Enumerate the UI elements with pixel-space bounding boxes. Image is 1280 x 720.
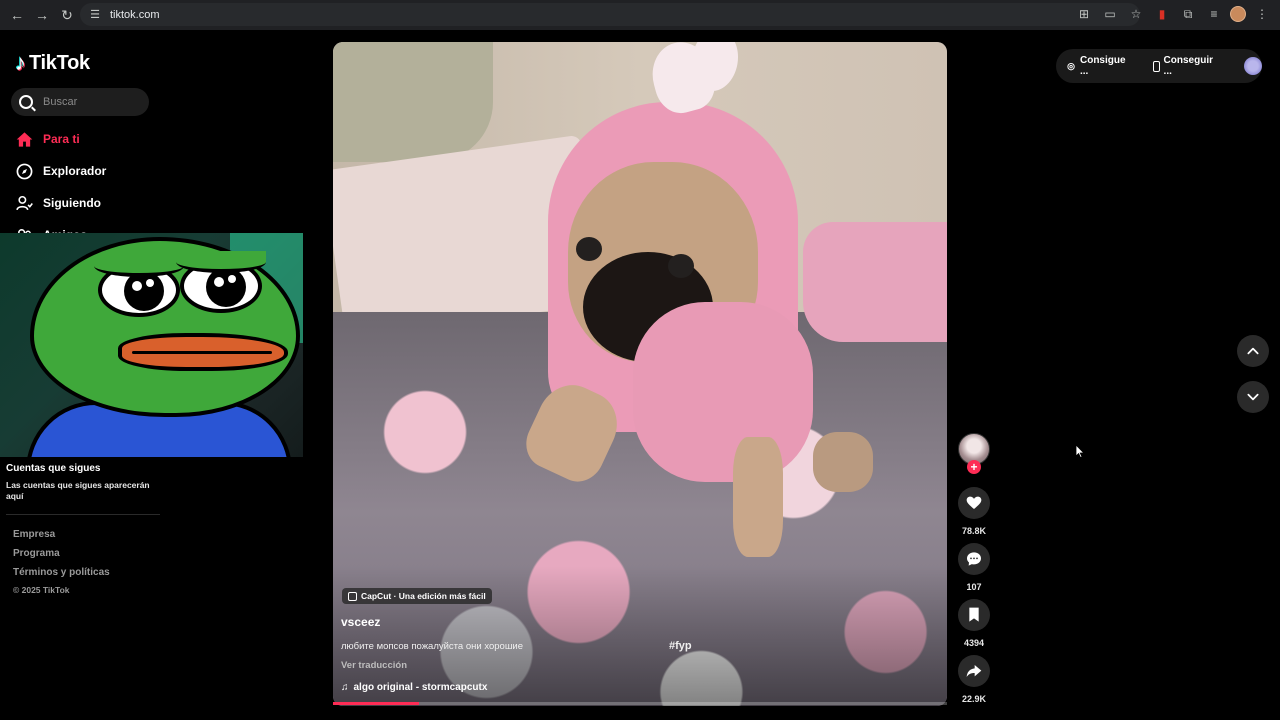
- share-arrow-icon: [966, 665, 982, 677]
- tiktok-logo[interactable]: ♪ TikTok: [15, 50, 90, 76]
- coin-icon: ◎: [1067, 60, 1075, 71]
- user-avatar[interactable]: [1244, 57, 1262, 75]
- search-input[interactable]: [43, 96, 143, 108]
- menu-kebab-icon[interactable]: ⋮: [1252, 4, 1272, 24]
- pepe-mouth: [118, 333, 288, 371]
- video-author[interactable]: vsceez: [341, 615, 380, 629]
- following-section-title: Cuentas que sigues: [6, 463, 101, 474]
- video-progress-bar[interactable]: [333, 702, 947, 705]
- sidebar-item-label: Para ti: [43, 132, 80, 146]
- comment-button[interactable]: [958, 543, 990, 575]
- install-icon[interactable]: ▭: [1100, 4, 1120, 24]
- bookmark-icon: [969, 607, 979, 622]
- get-app-button[interactable]: Conseguir ...: [1152, 55, 1224, 77]
- video-player[interactable]: [333, 42, 947, 706]
- following-section-description: Las cuentas que sigues aparecerán aquí: [6, 480, 150, 501]
- browser-actions: ⊞ ▭ ☆ ▮ ⧉ ≡ ⋮: [1074, 4, 1272, 24]
- heart-icon: [966, 496, 982, 509]
- person-follow-icon: [15, 194, 33, 212]
- extension-red-icon[interactable]: ▮: [1152, 4, 1172, 24]
- footer-link-programa[interactable]: Programa: [13, 548, 60, 559]
- music-note-icon: ♫: [341, 682, 349, 693]
- sidebar-item-siguiendo[interactable]: Siguiendo: [15, 194, 101, 212]
- pepe-eyelid-right: [176, 251, 266, 273]
- extensions-puzzle-icon[interactable]: ⧉: [1178, 4, 1198, 24]
- chevron-down-icon: [1247, 393, 1259, 401]
- next-video-button[interactable]: [1237, 381, 1269, 413]
- translate-icon[interactable]: ⊞: [1074, 4, 1094, 24]
- like-button[interactable]: [958, 487, 990, 519]
- forward-icon[interactable]: →: [31, 4, 53, 26]
- pepe-eyelid-left: [94, 255, 184, 277]
- top-right-actions: ◎ Consigue ... Conseguir ...: [1056, 49, 1262, 83]
- comment-icon: [967, 552, 981, 566]
- address-bar[interactable]: ☰ tiktok.com: [80, 3, 1140, 26]
- browser-toolbar: ← → ↻ ☰ tiktok.com ⊞ ▭ ☆ ▮ ⧉ ≡ ⋮: [0, 0, 1280, 30]
- get-app-label: Conseguir ...: [1163, 55, 1213, 77]
- tiktok-note-icon: ♪: [15, 50, 26, 75]
- search-icon: [19, 95, 33, 109]
- site-info-icon[interactable]: ☰: [88, 8, 102, 22]
- follow-plus-icon[interactable]: +: [967, 460, 981, 474]
- back-icon[interactable]: ←: [6, 4, 28, 26]
- sidebar-item-label: Explorador: [43, 164, 107, 178]
- footer-link-empresa[interactable]: Empresa: [13, 529, 55, 540]
- footer-copyright: © 2025 TikTok: [13, 585, 70, 595]
- sidebar-divider: [6, 514, 160, 515]
- video-hashtag[interactable]: #fyp: [669, 640, 692, 652]
- sidebar-item-explorador[interactable]: Explorador: [15, 162, 106, 180]
- profile-avatar[interactable]: [1230, 6, 1246, 22]
- chevron-up-icon: [1247, 347, 1259, 355]
- logo-text: TikTok: [29, 51, 90, 74]
- share-button[interactable]: [958, 655, 990, 687]
- save-count: 4394: [963, 638, 985, 648]
- bookmark-star-icon[interactable]: ☆: [1126, 4, 1146, 24]
- url-text: tiktok.com: [110, 8, 160, 21]
- save-button[interactable]: [958, 599, 990, 631]
- video-progress-fill: [333, 702, 419, 705]
- footer-link-terminos[interactable]: Términos y políticas: [13, 567, 110, 578]
- phone-icon: [1152, 60, 1160, 72]
- previous-video-button[interactable]: [1237, 335, 1269, 367]
- sidebar-item-para-ti[interactable]: Para ti: [15, 130, 80, 148]
- music-title: algo original - stormcapcutx: [353, 682, 488, 693]
- comment-count: 107: [966, 582, 982, 592]
- capcut-badge-label: CapCut · Una edición más fácil: [361, 591, 486, 601]
- see-translation-link[interactable]: Ver traducción: [341, 660, 407, 671]
- get-coins-button[interactable]: ◎ Consigue ...: [1066, 55, 1137, 77]
- capcut-icon: [348, 591, 357, 601]
- search-box[interactable]: [11, 88, 149, 116]
- mouse-cursor-icon: [1075, 444, 1085, 463]
- capcut-badge[interactable]: CapCut · Una edición más fácil: [342, 588, 492, 604]
- compass-icon: [15, 162, 33, 180]
- reload-icon[interactable]: ↻: [56, 4, 78, 26]
- get-coins-label: Consigue ...: [1079, 55, 1126, 77]
- sidebar-item-label: Siguiendo: [43, 196, 101, 210]
- home-icon: [15, 130, 33, 148]
- music-info[interactable]: ♫ algo original - stormcapcutx: [341, 682, 487, 693]
- media-queue-icon[interactable]: ≡: [1204, 4, 1224, 24]
- share-count: 22.9K: [961, 694, 987, 704]
- video-caption: любите мопсов пожалуйста они хорошие: [341, 641, 524, 652]
- like-count: 78.8K: [961, 526, 987, 536]
- webcam-overlay-pepe-image: [0, 233, 303, 457]
